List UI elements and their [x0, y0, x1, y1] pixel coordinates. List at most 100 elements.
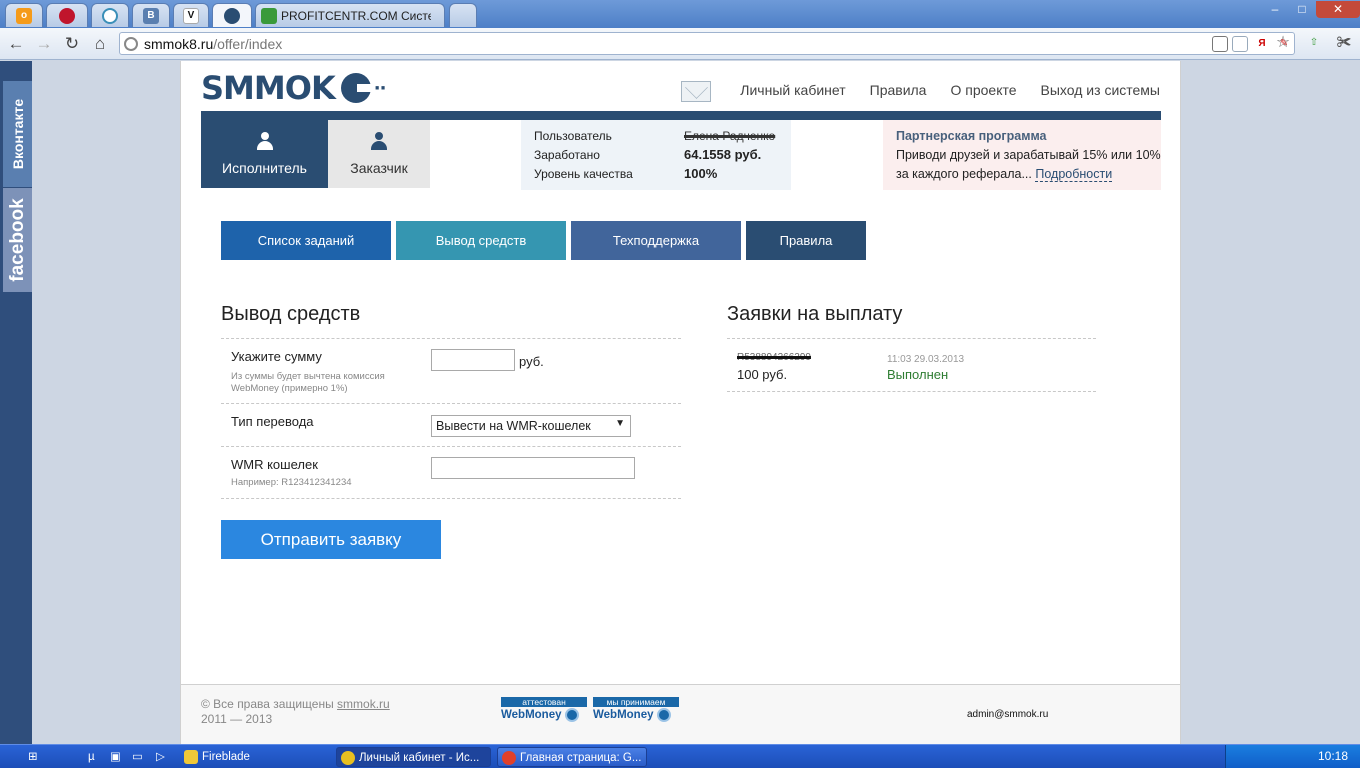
- tab-red[interactable]: [46, 3, 88, 27]
- globe-icon: [124, 37, 138, 51]
- webmoney-accept-badge[interactable]: мы принимаем WebMoney: [593, 697, 679, 722]
- withdraw-heading: Вывод средств: [221, 303, 361, 325]
- tab-vk[interactable]: B: [132, 3, 170, 27]
- menu-withdraw-button[interactable]: Вывод средств: [396, 221, 566, 260]
- reload-icon[interactable]: ↻: [61, 33, 83, 55]
- menu-tasks-button[interactable]: Список заданий: [221, 221, 391, 260]
- nav-about[interactable]: О проекте: [950, 82, 1016, 98]
- menu-rules-button[interactable]: Правила: [746, 221, 866, 260]
- expand-icon[interactable]: ▷: [156, 747, 172, 767]
- site-logo[interactable]: SMMOK ··: [201, 69, 386, 107]
- partner-program: Партнерская программа Приводи друзей и з…: [883, 120, 1161, 190]
- taskbar-google-label: Главная страница: G...: [520, 752, 642, 764]
- nav-cabinet[interactable]: Личный кабинет: [740, 82, 845, 98]
- payout-wallet: R538894266299: [737, 352, 811, 363]
- badge-accept-label: WebMoney: [593, 709, 654, 721]
- amount-hint: Из суммы будет вычтена комиссия WebMoney…: [231, 371, 385, 394]
- worker-icon: [201, 132, 328, 154]
- tab-profitcentr[interactable]: PROFITCENTR.COM Система: [255, 3, 445, 27]
- admin-email[interactable]: admin@smmok.ru: [967, 709, 1048, 720]
- wallet-hint: Например: R123412341234: [231, 477, 352, 488]
- v-icon: V: [183, 7, 199, 24]
- footer-site-link[interactable]: smmok.ru: [337, 697, 390, 711]
- badge-accept-top: мы принимаем: [593, 697, 679, 707]
- amount-label: Укажите сумму: [231, 349, 322, 364]
- amount-input[interactable]: [431, 349, 515, 371]
- star-icon[interactable]: ☆: [1275, 35, 1291, 51]
- shield-icon[interactable]: [1212, 36, 1228, 52]
- smmok-icon: [224, 7, 240, 24]
- close-window-button[interactable]: ✕: [1316, 1, 1360, 18]
- user-stats: Пользователь Елена Радченко Заработано 6…: [521, 120, 791, 190]
- tab-v[interactable]: V: [173, 3, 209, 27]
- person-icon: [328, 132, 430, 154]
- maximize-button[interactable]: □: [1289, 1, 1315, 18]
- taskbar-cabinet[interactable]: Личный кабинет - Ис...: [336, 747, 491, 767]
- stats-user-label: Пользователь: [534, 128, 612, 143]
- nav-rules[interactable]: Правила: [870, 82, 927, 98]
- tab-odnoklassniki[interactable]: o: [5, 3, 43, 27]
- utorrent-icon[interactable]: µ: [88, 747, 104, 767]
- stats-quality-row: Уровень качества 100%: [534, 164, 791, 183]
- tab-smmok[interactable]: [212, 3, 252, 27]
- vk-icon: B: [143, 7, 159, 24]
- yandex-icon[interactable]: Я: [1254, 36, 1270, 52]
- amount-row: Укажите сумму Из суммы будет вычтена ком…: [221, 338, 681, 403]
- minimize-button[interactable]: –: [1262, 1, 1288, 18]
- new-tab-button[interactable]: [449, 3, 477, 27]
- submit-request-button[interactable]: Отправить заявку: [221, 520, 441, 559]
- home-icon[interactable]: ⌂: [89, 33, 111, 55]
- browser-tab-bar: o B V PROFITCENTR.COM Система – □ ✕: [0, 0, 1360, 28]
- stats-quality-label: Уровень качества: [534, 166, 633, 181]
- menu-support-button[interactable]: Техподдержка: [571, 221, 741, 260]
- wrench-icon[interactable]: ✀: [1336, 35, 1352, 51]
- photo-icon[interactable]: ▣: [110, 747, 126, 767]
- wallet-row: WMR кошелек Например: R123412341234: [221, 446, 681, 499]
- copyright: © Все права защищены smmok.ru 2011 — 201…: [201, 697, 390, 727]
- payout-sum: 100 руб.: [737, 367, 788, 382]
- window-icon[interactable]: ▭: [132, 747, 148, 767]
- amount-unit: руб.: [519, 354, 544, 369]
- mail-icon[interactable]: [681, 81, 711, 102]
- webmoney-globe-icon: [564, 708, 579, 722]
- wallet-input[interactable]: [431, 457, 635, 479]
- chart-icon: [261, 7, 277, 24]
- odnoklassniki-icon: o: [16, 7, 32, 24]
- taskbar-fireblade[interactable]: Fireblade: [180, 747, 330, 767]
- vk-widget-tab[interactable]: Вконтакте: [3, 81, 32, 187]
- stats-earned-row: Заработано 64.1558 руб.: [534, 145, 791, 164]
- extension-arrow-icon[interactable]: ⇧: [1306, 35, 1322, 51]
- transfer-type-select[interactable]: Вывести на WMR-кошелек ▼: [431, 415, 631, 437]
- facebook-widget-tab[interactable]: facebook: [3, 188, 32, 292]
- role-executor-tab[interactable]: Исполнитель: [201, 120, 328, 188]
- transfer-type-row: Тип перевода Вывести на WMR-кошелек ▼: [221, 403, 681, 446]
- stats-user-value: Елена Радченко: [684, 128, 776, 143]
- logo-text: SMMOK: [201, 69, 336, 107]
- stats-earned-label: Заработано: [534, 147, 600, 162]
- copyright-years: 2011 — 2013: [201, 712, 273, 726]
- social-strip: Вконтакте facebook: [0, 61, 32, 744]
- start-icon[interactable]: ⊞: [28, 747, 48, 767]
- transfer-type-label: Тип перевода: [231, 414, 314, 429]
- back-arrow-icon[interactable]: ←: [5, 33, 27, 55]
- top-navigation: Личный кабинет Правила О проекте Выход и…: [740, 82, 1160, 98]
- page-icon[interactable]: [1232, 36, 1248, 52]
- nav-logout[interactable]: Выход из системы: [1041, 82, 1160, 98]
- partner-text: Приводи друзей и зарабатывай 15% или 10%…: [896, 148, 1161, 181]
- tab-title: PROFITCENTR.COM Система: [281, 8, 431, 23]
- partner-details-link[interactable]: Подробности: [1035, 167, 1113, 182]
- webmoney-attested-badge[interactable]: аттестован WebMoney: [501, 697, 587, 722]
- pacman-icon: [340, 73, 373, 103]
- tab-target[interactable]: [91, 3, 129, 27]
- browser-icon: [341, 751, 355, 765]
- folder-icon: [184, 750, 198, 764]
- role-customer-tab[interactable]: Заказчик: [328, 120, 430, 188]
- forward-arrow-icon[interactable]: →: [33, 33, 55, 55]
- copyright-text: © Все права защищены: [201, 697, 334, 711]
- clock[interactable]: 10:18: [1318, 749, 1348, 763]
- taskbar-google[interactable]: Главная страница: G...: [497, 747, 647, 767]
- role-executor-label: Исполнитель: [222, 160, 307, 176]
- taskbar-fireblade-label: Fireblade: [202, 751, 250, 763]
- webmoney-globe-icon: [656, 708, 671, 722]
- address-bar[interactable]: smmok8.ru/offer/index Я ✎ ☆: [119, 32, 1295, 55]
